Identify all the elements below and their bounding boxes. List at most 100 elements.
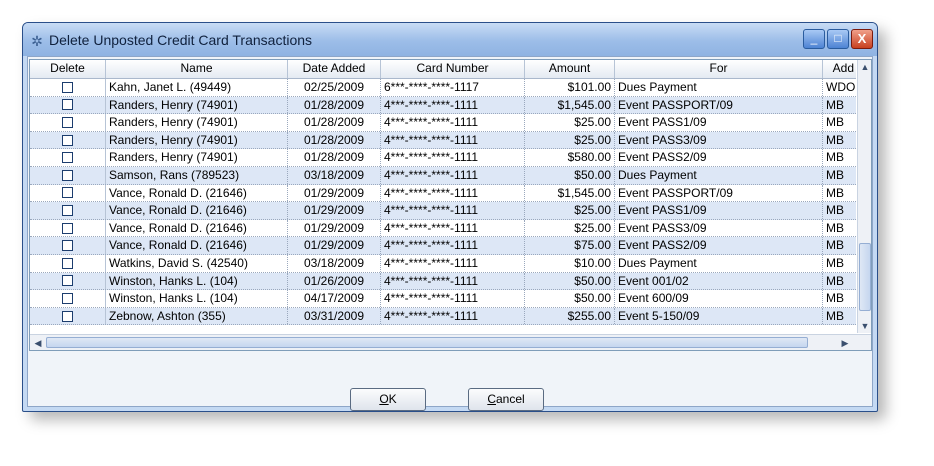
- card-number-cell[interactable]: 6***-****-****-1117: [381, 79, 525, 96]
- name-cell[interactable]: Vance, Ronald D. (21646): [106, 219, 288, 237]
- date-added-cell[interactable]: 01/28/2009: [288, 96, 381, 114]
- amount-cell[interactable]: $25.00: [525, 114, 615, 131]
- scroll-down-arrow-icon[interactable]: ▼: [859, 319, 871, 333]
- name-cell[interactable]: Winston, Hanks L. (104): [106, 290, 288, 307]
- add-cell[interactable]: MB: [823, 132, 856, 149]
- name-cell[interactable]: Winston, Hanks L. (104): [106, 272, 288, 290]
- amount-cell[interactable]: $50.00: [525, 166, 615, 184]
- add-cell[interactable]: MB: [823, 149, 856, 166]
- for-cell[interactable]: Event PASS1/09: [615, 114, 823, 131]
- date-added-cell[interactable]: 01/29/2009: [288, 202, 381, 219]
- name-cell[interactable]: Samson, Rans (789523): [106, 166, 288, 184]
- name-cell[interactable]: Randers, Henry (74901): [106, 131, 288, 149]
- horizontal-scroll-thumb[interactable]: [46, 337, 808, 348]
- for-cell[interactable]: Event PASSPORT/09: [615, 96, 823, 114]
- column-header-delete[interactable]: Delete: [30, 60, 106, 78]
- table-row[interactable]: Randers, Henry (74901) 01/28/2009 4***-***…: [30, 96, 856, 115]
- card-number-cell[interactable]: 4***-****-****-1111: [381, 307, 525, 325]
- amount-cell[interactable]: $10.00: [525, 254, 615, 272]
- name-cell[interactable]: Randers, Henry (74901): [106, 149, 288, 166]
- vertical-scroll-thumb[interactable]: [859, 243, 871, 311]
- date-added-cell[interactable]: 04/17/2009: [288, 290, 381, 307]
- delete-checkbox[interactable]: [62, 222, 73, 234]
- column-header-card-number[interactable]: Card Number: [381, 60, 525, 78]
- table-row[interactable]: Winston, Hanks L. (104) 04/17/2009 4***-**…: [30, 290, 856, 308]
- for-cell[interactable]: Dues Payment: [615, 79, 823, 96]
- add-cell[interactable]: MB: [823, 220, 856, 237]
- card-number-cell[interactable]: 4***-****-****-1111: [381, 202, 525, 219]
- for-cell[interactable]: Event PASS2/09: [615, 149, 823, 166]
- date-added-cell[interactable]: 01/29/2009: [288, 184, 381, 202]
- amount-cell[interactable]: $1,545.00: [525, 96, 615, 114]
- cancel-button[interactable]: Cancel: [468, 388, 544, 411]
- horizontal-scrollbar[interactable]: ◀ ▶: [30, 334, 871, 350]
- ok-button[interactable]: OK: [350, 388, 426, 411]
- table-row[interactable]: Samson, Rans (789523) 03/18/2009 4***-****…: [30, 166, 856, 185]
- card-number-cell[interactable]: 4***-****-****-1111: [381, 184, 525, 202]
- add-cell[interactable]: MB: [823, 255, 856, 272]
- for-cell[interactable]: Event PASS3/09: [615, 131, 823, 149]
- add-cell[interactable]: MB: [823, 114, 856, 131]
- card-number-cell[interactable]: 4***-****-****-1111: [381, 254, 525, 272]
- card-number-cell[interactable]: 4***-****-****-1111: [381, 166, 525, 184]
- for-cell[interactable]: Event PASS2/09: [615, 237, 823, 254]
- delete-checkbox[interactable]: [62, 134, 73, 146]
- for-cell[interactable]: Event PASS3/09: [615, 219, 823, 237]
- delete-checkbox[interactable]: [62, 152, 73, 164]
- date-added-cell[interactable]: 01/28/2009: [288, 114, 381, 131]
- delete-checkbox[interactable]: [62, 240, 73, 252]
- for-cell[interactable]: Event PASS1/09: [615, 202, 823, 219]
- scroll-right-arrow-icon[interactable]: ▶: [838, 336, 852, 350]
- add-cell[interactable]: MB: [823, 185, 856, 202]
- amount-cell[interactable]: $50.00: [525, 272, 615, 290]
- card-number-cell[interactable]: 4***-****-****-1111: [381, 96, 525, 114]
- table-row[interactable]: Randers, Henry (74901) 01/28/2009 4***-***…: [30, 149, 856, 167]
- column-header-name[interactable]: Name: [106, 60, 288, 78]
- table-row[interactable]: Vance, Ronald D. (21646) 01/29/2009 4***-*…: [30, 237, 856, 255]
- name-cell[interactable]: Zebnow, Ashton (355): [106, 307, 288, 325]
- date-added-cell[interactable]: 03/18/2009: [288, 254, 381, 272]
- name-cell[interactable]: Randers, Henry (74901): [106, 96, 288, 114]
- name-cell[interactable]: Vance, Ronald D. (21646): [106, 237, 288, 254]
- for-cell[interactable]: Dues Payment: [615, 166, 823, 184]
- amount-cell[interactable]: $1,545.00: [525, 184, 615, 202]
- table-row[interactable]: Kahn, Janet L. (49449) 02/25/2009 6***-***…: [30, 79, 856, 97]
- for-cell[interactable]: Event 001/02: [615, 272, 823, 290]
- maximize-button[interactable]: □: [827, 29, 849, 49]
- amount-cell[interactable]: $255.00: [525, 307, 615, 325]
- delete-checkbox[interactable]: [62, 117, 73, 129]
- date-added-cell[interactable]: 01/29/2009: [288, 237, 381, 254]
- date-added-cell[interactable]: 03/31/2009: [288, 307, 381, 325]
- amount-cell[interactable]: $101.00: [525, 79, 615, 96]
- column-header-for[interactable]: For: [615, 60, 823, 78]
- table-row[interactable]: Randers, Henry (74901) 01/28/2009 4***-***…: [30, 131, 856, 150]
- delete-checkbox[interactable]: [62, 99, 73, 111]
- amount-cell[interactable]: $50.00: [525, 290, 615, 307]
- card-number-cell[interactable]: 4***-****-****-1111: [381, 149, 525, 166]
- delete-checkbox[interactable]: [62, 169, 73, 181]
- delete-checkbox[interactable]: [62, 204, 73, 216]
- table-row[interactable]: Watkins, David S. (42540) 03/18/2009 4***-…: [30, 254, 856, 273]
- for-cell[interactable]: Dues Payment: [615, 254, 823, 272]
- vertical-scrollbar[interactable]: ▲ ▼: [857, 60, 871, 333]
- delete-checkbox[interactable]: [62, 292, 73, 304]
- column-header-add[interactable]: Add: [823, 60, 856, 78]
- table-row[interactable]: Randers, Henry (74901) 01/28/2009 4***-***…: [30, 114, 856, 132]
- date-added-cell[interactable]: 03/18/2009: [288, 166, 381, 184]
- add-cell[interactable]: MB: [823, 97, 856, 114]
- delete-checkbox[interactable]: [62, 187, 73, 199]
- for-cell[interactable]: Event 5-150/09: [615, 307, 823, 325]
- add-cell[interactable]: MB: [823, 167, 856, 184]
- title-bar[interactable]: ✲ Delete Unposted Credit Card Transactio…: [23, 23, 877, 56]
- date-added-cell[interactable]: 01/26/2009: [288, 272, 381, 290]
- name-cell[interactable]: Watkins, David S. (42540): [106, 254, 288, 272]
- amount-cell[interactable]: $25.00: [525, 131, 615, 149]
- name-cell[interactable]: Vance, Ronald D. (21646): [106, 184, 288, 202]
- date-added-cell[interactable]: 01/28/2009: [288, 131, 381, 149]
- amount-cell[interactable]: $25.00: [525, 202, 615, 219]
- table-row[interactable]: Winston, Hanks L. (104) 01/26/2009 4***-**…: [30, 272, 856, 291]
- amount-cell[interactable]: $25.00: [525, 219, 615, 237]
- minimize-button[interactable]: _: [803, 29, 825, 49]
- card-number-cell[interactable]: 4***-****-****-1111: [381, 114, 525, 131]
- table-row[interactable]: Vance, Ronald D. (21646) 01/29/2009 4***-*…: [30, 219, 856, 238]
